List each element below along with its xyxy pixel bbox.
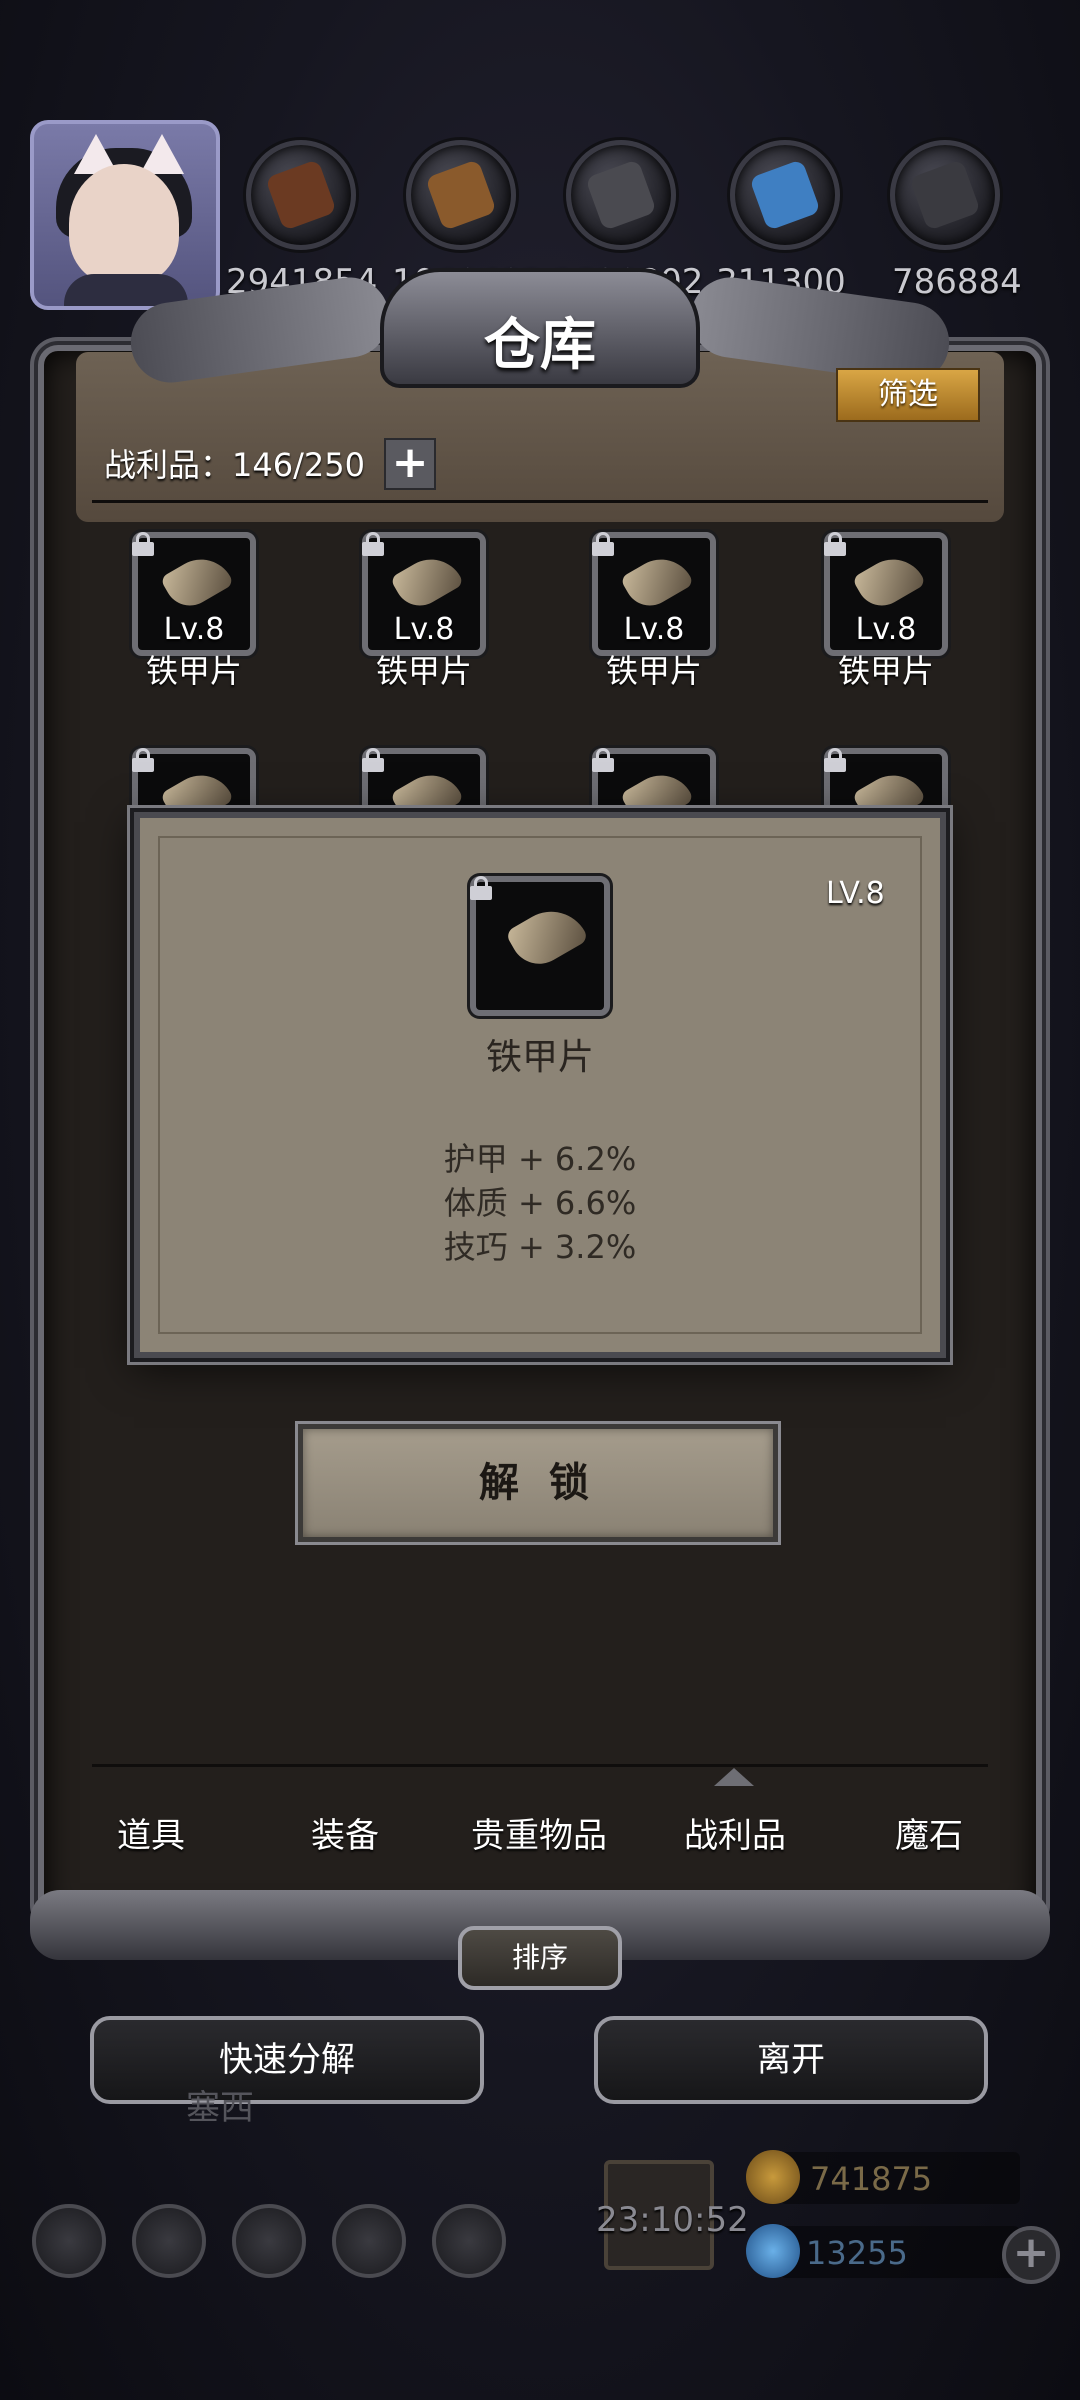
lock-icon [824,532,846,556]
gift-timer: 23:10:52 [596,2200,749,2240]
tabs-divider [92,1764,988,1767]
item-name: 铁甲片 [605,652,702,690]
active-tab-indicator [692,1768,776,1792]
player-avatar[interactable] [30,120,220,310]
sort-button[interactable]: 排序 [458,1926,622,1990]
background-label: 塞西 [186,2088,254,2128]
lock-icon [362,532,384,556]
filter-button[interactable]: 筛选 [836,368,980,422]
star-icon[interactable] [132,2204,206,2278]
item-name: 铁甲片 [375,652,472,690]
unlock-button[interactable]: 解 锁 [298,1424,778,1542]
armor-shard-icon [851,547,927,615]
tab-magic-stone[interactable]: 魔石 [834,1808,1024,1857]
lock-icon [592,748,614,772]
guild-icon[interactable] [232,2204,306,2278]
armor-shard-icon [389,547,465,615]
diamond-amount: 13255 [806,2234,908,2272]
gold-amount: 741875 [810,2160,933,2198]
popup-item-level: LV.8 [826,876,885,911]
iron-ingot-icon[interactable] [566,140,676,250]
crystal-icon[interactable] [730,140,840,250]
tab-equipment[interactable]: 装备 [250,1808,440,1857]
tab-items[interactable]: 道具 [56,1808,246,1857]
lock-icon [824,748,846,772]
mail-icon[interactable] [332,2204,406,2278]
resource-value-stone: 786884 [892,262,1022,302]
lock-icon [132,532,154,556]
item-name: 铁甲片 [837,652,934,690]
diamond-icon [746,2224,800,2278]
item-level: Lv.8 [393,612,455,647]
armor-shard-icon [619,547,695,615]
stone-icon[interactable] [890,140,1000,250]
item-level: Lv.8 [163,612,225,647]
loot-capacity-label: 战利品：146/250 [104,446,365,484]
gear-icon[interactable] [432,2204,506,2278]
panel-title: 仓库 [484,313,596,378]
plank-icon[interactable] [406,140,516,250]
armor-shard-icon [159,547,235,615]
lock-icon [362,748,384,772]
lock-icon [470,876,492,900]
header-divider [92,500,988,503]
armor-shard-icon [504,897,590,975]
leave-button[interactable]: 离开 [594,2016,988,2104]
item-level: Lv.8 [855,612,917,647]
gold-coin-icon [746,2150,800,2204]
add-currency-button[interactable]: + [1002,2226,1060,2284]
popup-item-name: 铁甲片 [485,1037,594,1078]
lock-icon [132,748,154,772]
popup-stat-armor: 护甲 + 6.2% [443,1140,637,1178]
lock-icon [592,532,614,556]
popup-stat-constitution: 体质 + 6.6% [443,1184,637,1222]
item-level: Lv.8 [623,612,685,647]
expand-capacity-button[interactable]: + [384,438,436,490]
tab-valuables[interactable]: 贵重物品 [444,1808,634,1857]
quick-decompose-button[interactable]: 快速分解 [90,2016,484,2104]
popup-stat-skill: 技巧 + 3.2% [443,1228,637,1266]
wood-log-icon[interactable] [246,140,356,250]
settings-icon[interactable] [32,2204,106,2278]
item-name: 铁甲片 [145,652,242,690]
tab-loot[interactable]: 战利品 [640,1808,830,1857]
